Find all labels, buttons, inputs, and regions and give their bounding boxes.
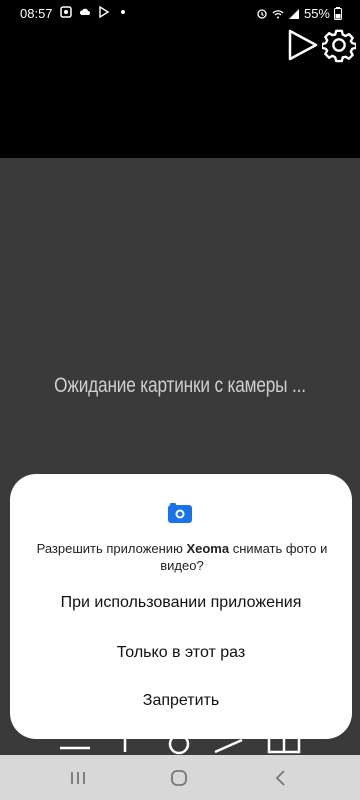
battery-percent: 55% — [303, 6, 330, 21]
dot-icon — [121, 10, 125, 14]
recents-icon — [71, 772, 85, 784]
permission-prompt: Разрешить приложению Xeoma снимать фото … — [32, 540, 332, 574]
battery-icon — [334, 7, 342, 20]
play-store-icon — [99, 6, 110, 18]
back-button[interactable] — [265, 765, 295, 791]
camera-permission-dialog: Разрешить приложению Xeoma снимать фото … — [10, 474, 352, 739]
top-actions — [286, 28, 356, 63]
back-icon — [275, 770, 285, 786]
notification-icons — [60, 6, 129, 18]
camera-icon — [168, 503, 192, 523]
app-name: Xeoma — [186, 541, 230, 556]
navigation-bar — [0, 755, 360, 800]
prompt-prefix: Разрешить приложению — [36, 541, 187, 556]
home-button[interactable] — [164, 765, 194, 791]
status-bar: 08:57 55% — [0, 0, 360, 28]
wifi-icon — [272, 9, 284, 18]
waiting-message: Ожидание картинки с камеры ... — [54, 374, 306, 397]
deny-button[interactable]: Запретить — [10, 692, 352, 710]
gear-icon — [322, 29, 356, 63]
play-icon — [288, 29, 318, 61]
allow-while-using-button[interactable]: При использовании приложения — [10, 594, 352, 612]
top-bar — [0, 28, 360, 158]
signal-icon — [288, 8, 299, 19]
recents-button[interactable] — [63, 765, 93, 791]
allow-once-button[interactable]: Только в этот раз — [10, 644, 352, 662]
status-right: 55% — [256, 6, 342, 21]
app-notification-icon — [60, 6, 72, 18]
cloud-icon — [79, 8, 90, 15]
play-button[interactable] — [286, 28, 320, 62]
settings-button[interactable] — [322, 28, 356, 63]
home-icon — [171, 770, 187, 786]
alarm-icon — [257, 8, 267, 19]
status-time: 08:57 — [20, 6, 53, 21]
